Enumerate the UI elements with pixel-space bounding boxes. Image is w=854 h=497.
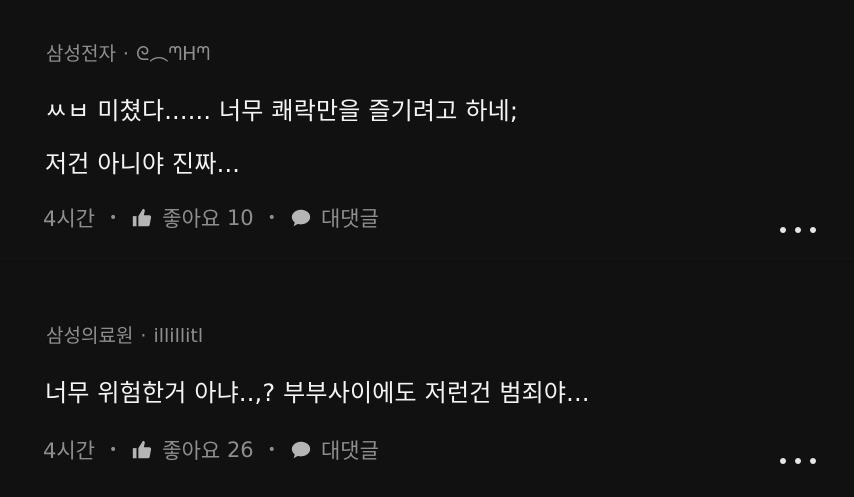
comment-author[interactable]: 삼성의료원 · illillitl xyxy=(46,321,203,348)
like-button[interactable]: 좋아요 26 xyxy=(131,435,254,465)
like-count: 10 xyxy=(226,206,254,230)
meta-separator: · xyxy=(140,325,147,347)
meta-separator: · xyxy=(122,43,129,65)
like-count: 26 xyxy=(226,438,254,462)
like-label: 좋아요 xyxy=(162,207,221,231)
author-nickname: ᘓ︵ᘉᕼᘉ xyxy=(135,43,211,65)
action-separator: • xyxy=(267,442,276,458)
more-options-button[interactable] xyxy=(780,224,816,236)
more-dots-icon xyxy=(780,458,786,464)
comment-divider xyxy=(0,258,854,259)
speech-bubble-icon xyxy=(290,207,312,229)
comment-item: 삼성의료원 · illillitl 너무 위험한거 아냐..,? 부부사이에도 저런… xyxy=(0,260,854,497)
author-company: 삼성전자 xyxy=(46,43,116,65)
like-button[interactable]: 좋아요 10 xyxy=(131,203,254,233)
comment-text-line: 너무 위험한거 아냐..,? 부부사이에도 저런건 범죄야... xyxy=(45,379,590,407)
reply-button[interactable]: 대댓글 xyxy=(290,435,379,465)
action-separator: • xyxy=(109,442,118,458)
speech-bubble-icon xyxy=(290,439,312,461)
comment-time: 4시간 xyxy=(43,207,96,231)
reply-label: 대댓글 xyxy=(320,439,379,463)
more-options-button[interactable] xyxy=(780,455,816,467)
comment-actions: 4시간 • 좋아요 26 • 대댓글 xyxy=(43,435,379,465)
comment-text-line: ㅆㅂ 미쳤다...... 너무 쾌락만을 즐기려고 하네; xyxy=(45,97,519,125)
thumbs-up-icon xyxy=(131,439,153,461)
comment-author[interactable]: 삼성전자 · ᘓ︵ᘉᕼᘉ xyxy=(46,39,210,66)
like-label: 좋아요 xyxy=(162,439,221,463)
more-dots-icon xyxy=(780,227,786,233)
thumbs-up-icon xyxy=(131,207,153,229)
author-nickname: illillitl xyxy=(153,325,204,347)
author-company: 삼성의료원 xyxy=(46,325,134,347)
reply-label: 대댓글 xyxy=(320,207,379,231)
comment-item: 삼성전자 · ᘓ︵ᘉᕼᘉ ㅆㅂ 미쳤다...... 너무 쾌락만을 즐기려고 하네;… xyxy=(0,0,854,260)
comment-actions: 4시간 • 좋아요 10 • 대댓글 xyxy=(43,203,379,233)
reply-button[interactable]: 대댓글 xyxy=(290,203,379,233)
comment-text-line: 저건 아니야 진짜... xyxy=(45,150,241,178)
action-separator: • xyxy=(109,210,118,226)
action-separator: • xyxy=(267,210,276,226)
comment-time: 4시간 xyxy=(43,439,96,463)
